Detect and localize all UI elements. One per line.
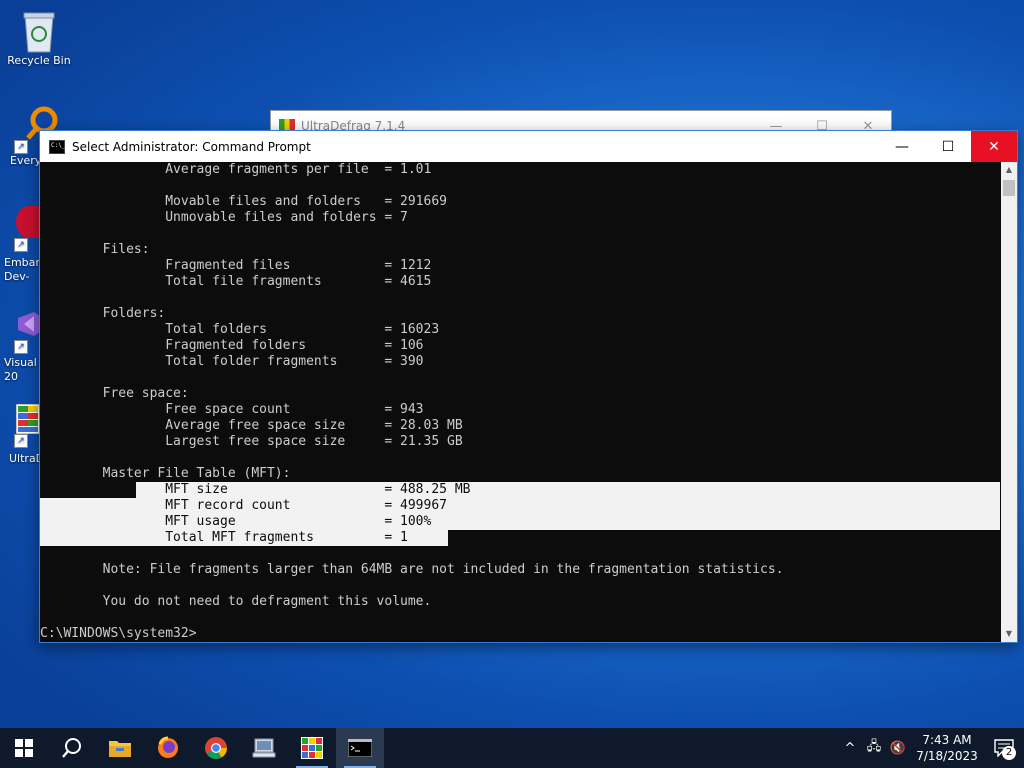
scroll-down-arrow-icon[interactable]: ▼ [1001,626,1017,642]
command-prompt-window[interactable]: Select Administrator: Command Prompt — ☐… [39,130,1018,643]
console-line: Average free space size = 28.03 MB [40,418,463,433]
desktop-icon-label: UltraD [9,452,45,465]
desktop-icon-everything[interactable]: ↗ Every [0,104,58,167]
chrome-icon [205,737,227,759]
console-line: Master File Table (MFT): [40,466,291,481]
console-line: Folders: [40,306,166,321]
clock[interactable]: 7:43 AM 7/18/2023 [910,732,984,764]
taskbar-computer-app[interactable] [240,728,288,768]
shortcut-arrow-icon: ↗ [14,434,28,448]
console-line: Movable files and folders = 291669 [40,194,447,209]
console-line: Average fragments per file = 1.01 [40,162,432,177]
cmd-icon [49,139,65,154]
console-line: Total folder fragments = 390 [40,354,424,369]
desktop-icon-label: Visual 20 [4,356,37,383]
command-prompt-line[interactable]: C:\WINDOWS\system32> [40,626,197,642]
scroll-thumb[interactable] [1003,180,1015,196]
windows-logo-icon [15,739,33,757]
console-line: Largest free space size = 21.35 GB [40,434,463,449]
console-line: MFT size = 488.25 MB [40,482,471,497]
desktop-icon-embarcadero[interactable]: ↗ Embar Dev- [0,206,42,284]
recycle-bin-icon [19,8,59,54]
cmd-icon [348,739,372,757]
computer-icon [252,738,276,758]
shortcut-arrow-icon: ↗ [14,140,28,154]
scroll-up-arrow-icon[interactable]: ▲ [1001,162,1017,178]
console-output[interactable]: Average fragments per file = 1.01 Movabl… [40,162,1000,642]
minimize-button[interactable]: — [879,131,925,162]
notification-count-badge: 2 [1002,746,1016,760]
console-line: Note: File fragments larger than 64MB ar… [40,562,784,577]
volume-muted-icon[interactable]: 🔇 [886,741,910,756]
network-icon[interactable]: 🖧 [862,737,886,759]
desktop-icon-ultradefrag[interactable]: ↗ UltraD [0,403,45,465]
firefox-icon [158,736,178,758]
desktop-icon-label: Every [10,154,42,167]
taskbar-chrome[interactable] [192,728,240,768]
show-hidden-icons-chevron-icon[interactable]: ^ [838,741,862,756]
taskbar-firefox[interactable] [144,728,192,768]
close-button[interactable]: ✕ [971,131,1017,162]
console-line: MFT usage = 100% [40,514,432,529]
cmd-titlebar[interactable]: Select Administrator: Command Prompt — ☐… [40,131,1017,162]
search-button[interactable] [48,728,96,768]
maximize-button[interactable]: ☐ [925,131,971,162]
desktop-icon-recycle-bin[interactable]: Recycle Bin [0,8,78,67]
search-icon [62,738,81,758]
desktop-icon-visual-studio[interactable]: ↗ Visual 20 [0,310,40,384]
ultradefrag-icon [15,403,41,435]
desktop-icon-label: Embar Dev- [4,256,40,283]
start-button[interactable] [0,728,48,768]
shortcut-arrow-icon: ↗ [14,238,28,252]
taskbar-file-explorer[interactable] [96,728,144,768]
vertical-scrollbar[interactable]: ▲ ▼ [1001,162,1017,642]
console-line: Unmovable files and folders = 7 [40,210,408,225]
console-line: Free space count = 943 [40,402,424,417]
taskbar-ultradefrag[interactable] [288,728,336,768]
console-line: You do not need to defragment this volum… [40,594,432,609]
console-line: Files: [40,242,150,257]
console-line: Total file fragments = 4615 [40,274,432,289]
shortcut-arrow-icon: ↗ [14,340,28,354]
taskbar-command-prompt[interactable] [336,728,384,768]
clock-time: 7:43 AM [922,733,972,747]
console-line: MFT record count = 499967 [40,498,447,513]
ultradefrag-icon [301,737,323,759]
console-line: Free space: [40,386,189,401]
folder-icon [109,741,131,757]
notification-center-button[interactable]: 2 [984,728,1024,768]
desktop-icon-label: Recycle Bin [7,54,71,67]
window-title: Select Administrator: Command Prompt [72,139,311,154]
console-line: Total MFT fragments = 1 [40,530,408,545]
console-line: Fragmented folders = 106 [40,338,424,353]
console-line: Total folders = 16023 [40,322,440,337]
console-line: Fragmented files = 1212 [40,258,432,273]
system-tray: ^ 🖧 🔇 7:43 AM 7/18/2023 2 [838,728,1024,768]
taskbar: ^ 🖧 🔇 7:43 AM 7/18/2023 2 [0,728,1024,768]
clock-date: 7/18/2023 [916,749,978,763]
